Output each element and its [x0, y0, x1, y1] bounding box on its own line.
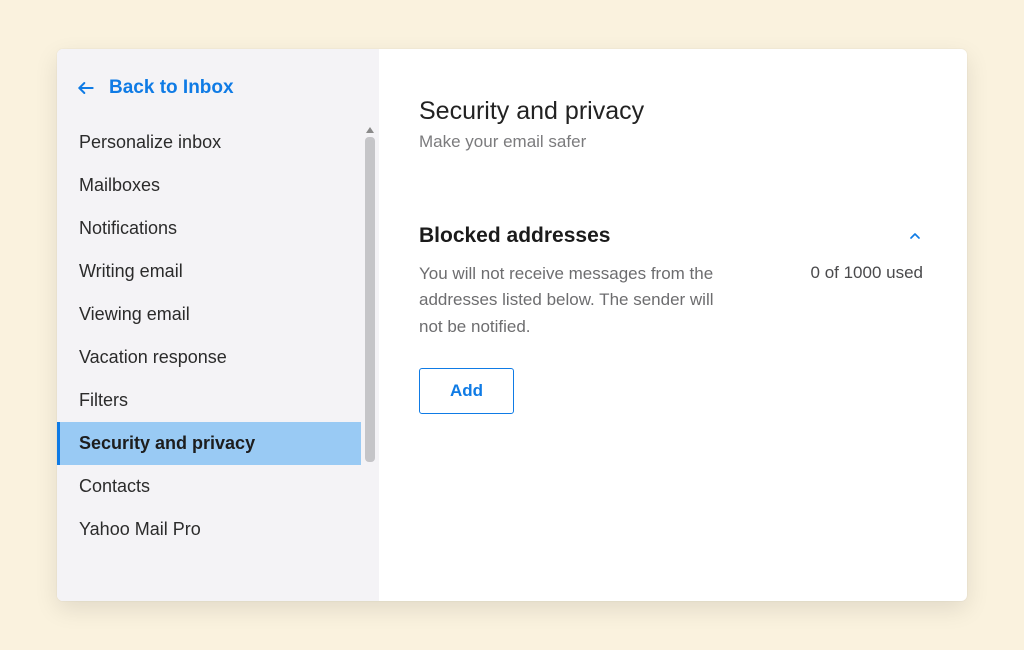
sidebar-item-writing-email[interactable]: Writing email: [57, 250, 361, 293]
sidebar-item-contacts[interactable]: Contacts: [57, 465, 361, 508]
sidebar-item-mailboxes[interactable]: Mailboxes: [57, 164, 361, 207]
sidebar-item-notifications[interactable]: Notifications: [57, 207, 361, 250]
back-to-inbox-label: Back to Inbox: [109, 77, 234, 99]
sidebar-item-label: Notifications: [79, 218, 177, 238]
sidebar-item-label: Filters: [79, 390, 128, 410]
page-title: Security and privacy: [419, 97, 923, 126]
settings-sidebar: Back to Inbox Personalize inbox Mailboxe…: [57, 49, 379, 601]
settings-panel: Back to Inbox Personalize inbox Mailboxe…: [57, 49, 967, 601]
page-subtitle: Make your email safer: [419, 132, 923, 152]
section-description: You will not receive messages from the a…: [419, 261, 739, 340]
chevron-up-icon[interactable]: [907, 228, 923, 249]
sidebar-item-label: Viewing email: [79, 304, 190, 324]
sidebar-item-label: Yahoo Mail Pro: [79, 519, 201, 539]
section-title: Blocked addresses: [419, 224, 610, 248]
sidebar-item-label: Personalize inbox: [79, 132, 221, 152]
blocked-addresses-body: You will not receive messages from the a…: [419, 261, 923, 340]
main-content: Security and privacy Make your email saf…: [379, 49, 967, 601]
sidebar-item-label: Writing email: [79, 261, 183, 281]
blocked-addresses-usage: 0 of 1000 used: [811, 263, 923, 283]
add-button-label: Add: [450, 381, 483, 400]
sidebar-item-viewing-email[interactable]: Viewing email: [57, 293, 361, 336]
sidebar-item-security-and-privacy[interactable]: Security and privacy: [57, 422, 361, 465]
arrow-left-icon: [75, 77, 97, 99]
sidebar-item-label: Vacation response: [79, 347, 227, 367]
sidebar-item-label: Mailboxes: [79, 175, 160, 195]
sidebar-item-label: Security and privacy: [79, 433, 255, 453]
sidebar-item-filters[interactable]: Filters: [57, 379, 361, 422]
add-blocked-address-button[interactable]: Add: [419, 368, 514, 414]
sidebar-nav-list: Personalize inbox Mailboxes Notification…: [57, 121, 379, 551]
scrollbar-track[interactable]: [363, 123, 377, 599]
sidebar-scroll-area: Personalize inbox Mailboxes Notification…: [57, 121, 379, 601]
back-to-inbox-link[interactable]: Back to Inbox: [57, 73, 379, 121]
scrollbar-thumb[interactable]: [365, 137, 375, 462]
sidebar-item-label: Contacts: [79, 476, 150, 496]
sidebar-item-personalize-inbox[interactable]: Personalize inbox: [57, 121, 361, 164]
sidebar-item-vacation-response[interactable]: Vacation response: [57, 336, 361, 379]
sidebar-item-yahoo-mail-pro[interactable]: Yahoo Mail Pro: [57, 508, 361, 551]
blocked-addresses-header[interactable]: Blocked addresses: [419, 224, 923, 249]
scrollbar-up-arrow-icon[interactable]: [363, 123, 377, 137]
